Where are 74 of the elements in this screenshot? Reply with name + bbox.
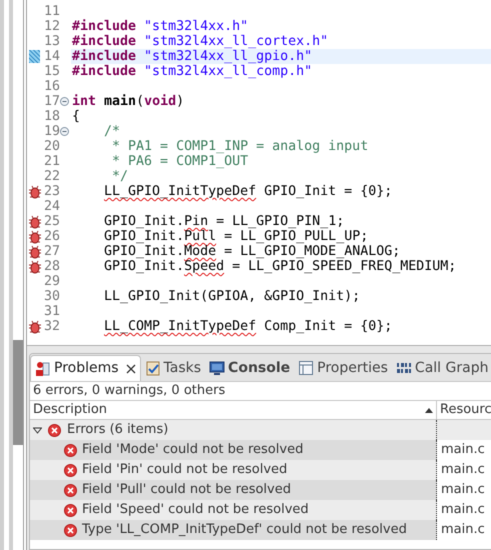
- problems-icon: [35, 360, 51, 376]
- code-line: GPIO_Init.Speed = LL_GPIO_SPEED_FREQ_MEDIUM;: [103, 259, 456, 274]
- code-line: GPIO_Init.Mode = LL_GPIO_MODE_ANALOG;: [103, 244, 400, 259]
- line-number: 24: [42, 199, 60, 214]
- line-number: 27: [42, 244, 60, 259]
- error-icon: [64, 504, 77, 516]
- line-number: 23: [42, 184, 60, 199]
- line-number: 20: [42, 139, 60, 154]
- collapse-icon[interactable]: [60, 97, 69, 106]
- resource-cell: main.c: [437, 520, 491, 540]
- line-number: 21: [42, 154, 60, 169]
- code-line: * PA6 = COMP1_OUT: [111, 154, 248, 169]
- error-icon: [64, 444, 77, 456]
- code-line: #include "stm32l4xx_ll_comp.h": [72, 64, 312, 79]
- code-line: /*: [103, 124, 120, 139]
- resource-cell: main.c: [437, 480, 491, 500]
- collapse-icon[interactable]: [60, 127, 69, 136]
- line-number: 26: [42, 229, 60, 244]
- sort-icon: [425, 408, 433, 412]
- line-number: 28: [42, 259, 60, 274]
- code-line: LL_GPIO_Init(GPIOA, &GPIO_Init);: [103, 289, 360, 304]
- code-line: GPIO_Init.Pull = LL_GPIO_PULL_UP;: [103, 229, 368, 244]
- code-line: {: [72, 109, 80, 124]
- code-line: LL_GPIO_InitTypeDef GPIO_Init = {0};: [103, 184, 392, 199]
- resource-cell: main.c: [437, 440, 491, 460]
- problem-description: Field 'Pin' could not be resolved: [82, 461, 288, 480]
- line-number: 16: [42, 79, 60, 94]
- error-icon: [64, 464, 77, 476]
- resource-cell: main.c: [437, 500, 491, 520]
- line-number: 18: [42, 109, 60, 124]
- code-line: #include "stm32l4xx_ll_gpio.h": [72, 49, 312, 64]
- line-number: 25: [42, 214, 60, 229]
- close-icon[interactable]: [126, 364, 136, 374]
- line-number: 15: [42, 64, 60, 79]
- clipboard-icon: [144, 360, 161, 376]
- problems-summary: 6 errors, 0 warnings, 0 others: [32, 382, 226, 400]
- code-line: LL_COMP_InitTypeDef Comp_Init = {0};: [103, 319, 392, 334]
- line-number: 30: [42, 289, 60, 304]
- panel-tab[interactable]: Properties: [294, 355, 392, 381]
- line-number: 13: [42, 34, 60, 49]
- code-line: */: [111, 169, 128, 184]
- line-number: 17: [42, 94, 60, 109]
- problem-description: Field 'Pull' could not be resolved: [82, 481, 291, 500]
- panel-tab[interactable]: Tasks: [140, 355, 206, 381]
- panel-tab[interactable]: Console: [205, 355, 294, 381]
- code-line: int main(void): [72, 94, 184, 109]
- line-number: 11: [42, 4, 60, 19]
- monitor-icon: [209, 360, 226, 376]
- expand-arrow-icon[interactable]: [33, 426, 42, 434]
- error-icon: [48, 424, 61, 436]
- line-number: 31: [42, 304, 60, 319]
- line-number: 22: [42, 169, 60, 184]
- column-title: Description: [33, 401, 108, 420]
- panel-tab[interactable]: Call Graph: [392, 355, 491, 381]
- line-number: 32: [42, 319, 60, 334]
- error-icon: [64, 484, 77, 496]
- code-line: #include "stm32l4xx_ll_cortex.h": [72, 34, 328, 49]
- panel-tab[interactable]: Problems: [30, 355, 141, 381]
- error-icon: [64, 524, 77, 536]
- problem-description: Field 'Speed' could not be resolved: [82, 501, 309, 520]
- code-line: GPIO_Init.Pin = LL_GPIO_PIN_1;: [103, 214, 344, 229]
- scrollbar[interactable]: [13, 340, 23, 445]
- line-number: 12: [42, 19, 60, 34]
- code-line: #include "stm32l4xx.h": [72, 19, 248, 34]
- binary-icon: [396, 360, 412, 376]
- problem-description: Field 'Mode' could not be resolved: [82, 441, 304, 460]
- code-line: * PA1 = COMP1_INP = analog input: [111, 139, 368, 154]
- table-icon: [298, 360, 314, 376]
- column-header[interactable]: Description: [30, 401, 437, 419]
- problem-description: Type 'LL_COMP_InitTypeDef' could not be resolved: [82, 521, 407, 540]
- line-number: 19: [42, 124, 60, 139]
- line-number: 14: [42, 49, 60, 64]
- line-number: 29: [42, 274, 60, 289]
- resource-cell: main.c: [437, 460, 491, 480]
